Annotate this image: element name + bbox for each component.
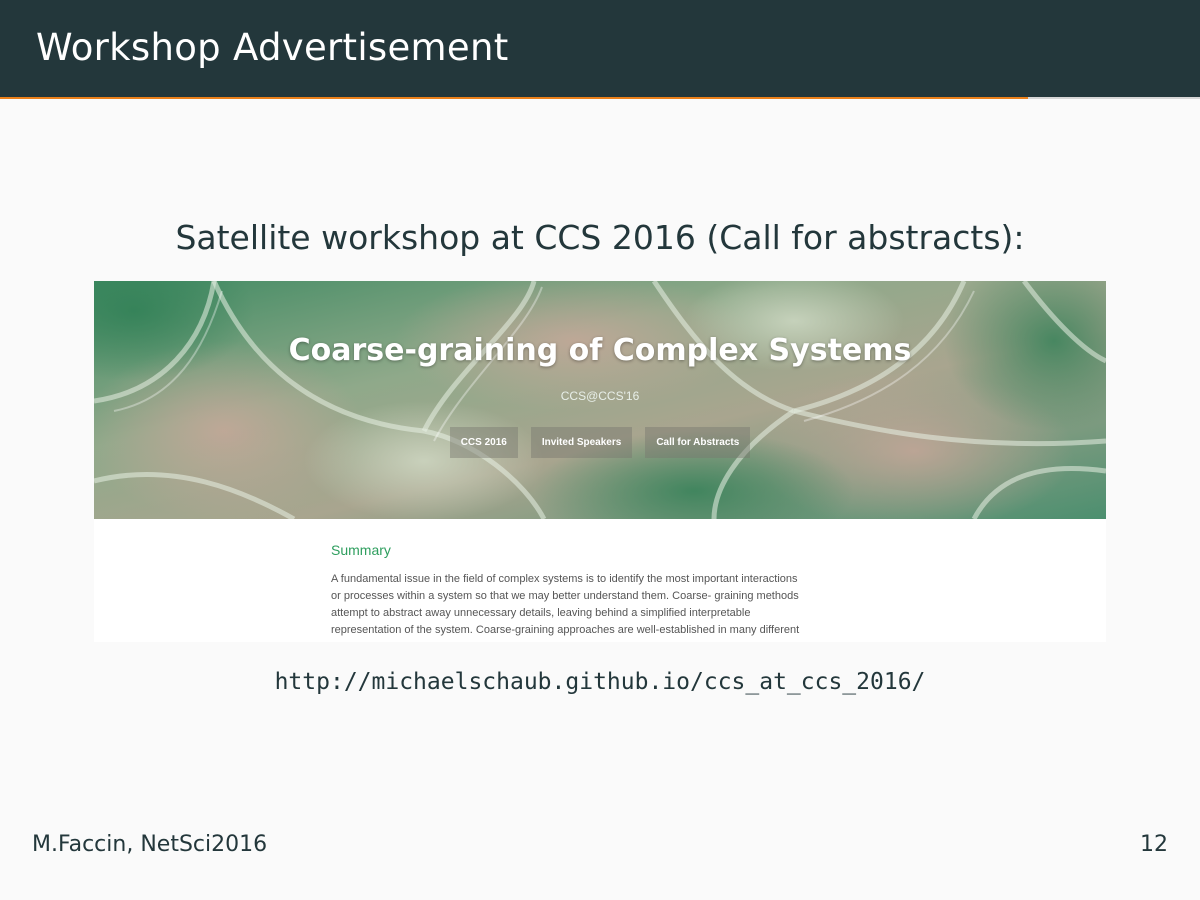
website-screenshot: Coarse-graining of Complex Systems CCS@C… [94,281,1106,642]
website-nav: CCS 2016 Invited Speakers Call for Abstr… [94,427,1106,458]
summary-line: A fundamental issue in the field of comp… [331,573,798,585]
title-bar: Workshop Advertisement [0,0,1200,97]
slide: Workshop Advertisement Satellite worksho… [0,0,1200,900]
workshop-url[interactable]: http://michaelschaub.github.io/ccs_at_cc… [0,669,1200,695]
nav-button-call-for-abstracts[interactable]: Call for Abstracts [645,427,751,458]
summary-text: A fundamental issue in the field of comp… [331,571,871,639]
progress-bar-fill [0,97,1029,99]
website-hero-banner: Coarse-graining of Complex Systems CCS@C… [94,281,1106,519]
summary-line: representation of the system. Coarse-gra… [331,624,800,636]
footer-author: M.Faccin, NetSci2016 [32,832,268,857]
summary-line: attempt to abstract away unnecessary det… [331,607,751,619]
website-title: Coarse-graining of Complex Systems [288,333,912,368]
summary-line: or processes within a system so that we … [331,590,799,602]
nav-button-ccs-2016[interactable]: CCS 2016 [449,427,518,458]
website-subtitle: CCS@CCS'16 [560,389,640,403]
summary-heading: Summary [331,542,391,558]
progress-bar [0,97,1200,99]
slide-subtitle: Satellite workshop at CCS 2016 (Call for… [175,218,1025,257]
page-number: 12 [1140,832,1168,857]
nav-button-invited-speakers[interactable]: Invited Speakers [530,427,633,458]
slide-title: Workshop Advertisement [36,26,509,69]
